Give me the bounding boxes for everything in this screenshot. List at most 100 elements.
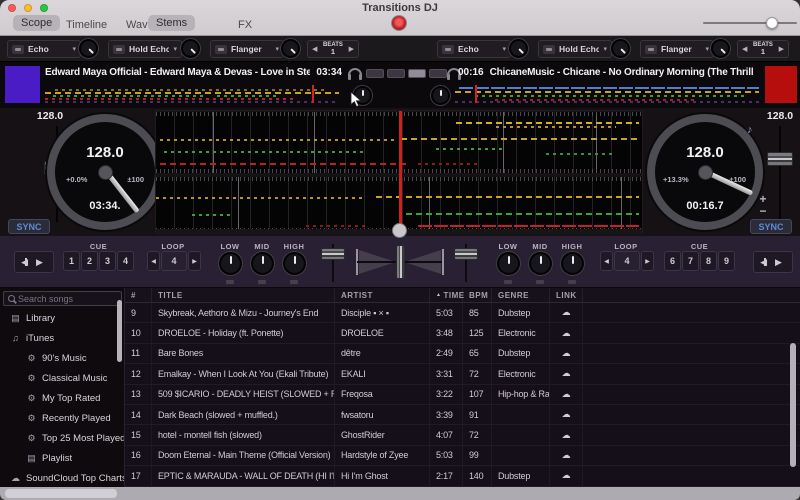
headphone-cue-a-icon[interactable]: [348, 68, 362, 80]
loop-double-button[interactable]: ▶: [641, 251, 654, 271]
loop-double-button[interactable]: ▶: [188, 251, 201, 271]
cue-button-1[interactable]: 1: [63, 251, 80, 271]
soundcloud-link-icon[interactable]: ☁: [550, 466, 583, 486]
sidebar-item[interactable]: ⚙ Recently Played: [0, 408, 124, 428]
sidebar-item[interactable]: ⚙ Top 25 Most Played: [0, 428, 124, 448]
fx-unit-b1[interactable]: Echo ▾: [437, 40, 511, 58]
header-artist[interactable]: ARTIST: [335, 288, 430, 302]
header-time[interactable]: ▲ TIME: [430, 288, 464, 302]
waveform-display[interactable]: [155, 110, 643, 238]
fx-unit-a2[interactable]: Hold Echo ▾: [108, 40, 182, 58]
cue-button-7[interactable]: 7: [682, 251, 699, 271]
eq-low-knob-a[interactable]: [221, 254, 240, 273]
search-box[interactable]: [3, 291, 122, 306]
jog-wheel-b[interactable]: 128.0 +13.3% ±100 00:16.7: [647, 114, 763, 230]
fx-beats-stepper-a[interactable]: ◀ BEATS 1 ▶: [307, 40, 359, 58]
jog-wheel-a[interactable]: 128.0 +0.0% ±100 03:34.: [47, 114, 163, 230]
search-input[interactable]: [18, 293, 117, 304]
table-row[interactable]: 15 hotel - montell fish (slowed) GhostRide…: [125, 425, 800, 446]
layout-button-2[interactable]: [387, 69, 405, 78]
soundcloud-link-icon[interactable]: ☁: [550, 303, 583, 323]
tab-stems[interactable]: Stems: [148, 15, 196, 31]
table-row[interactable]: 12 Emalkay - When I Look At You (Ekali Tr…: [125, 364, 800, 385]
sidebar-item[interactable]: ⚙ Classical Music: [0, 368, 124, 388]
fx-beats-stepper-b[interactable]: ◀ BEATS 1 ▶: [737, 40, 789, 58]
chevron-down-icon[interactable]: ▾: [603, 45, 607, 53]
waveform-scrub-handle[interactable]: [392, 223, 407, 238]
soundcloud-link-icon[interactable]: ☁: [550, 404, 583, 425]
fx-select[interactable]: Hold Echo: [559, 44, 599, 54]
sidebar-item[interactable]: ⚙ My Top Rated: [0, 388, 124, 408]
fx-enable-toggle[interactable]: [645, 44, 657, 54]
cue-button-2[interactable]: 2: [81, 251, 98, 271]
layout-button-1[interactable]: [366, 69, 384, 78]
eq-high-knob-a[interactable]: [285, 254, 304, 273]
chevron-down-icon[interactable]: ▾: [275, 45, 279, 53]
header-link[interactable]: LINK: [550, 288, 583, 302]
cue-button-4[interactable]: 4: [117, 251, 134, 271]
play-button-a[interactable]: ▶: [36, 257, 43, 267]
chevron-down-icon[interactable]: ▾: [502, 45, 506, 53]
table-row[interactable]: 11 Bare Bones dêtre 2:49 65 Dubstep ☁: [125, 343, 800, 365]
stepper-prev-icon[interactable]: ◀: [742, 45, 747, 53]
fx-amount-knob[interactable]: [81, 41, 96, 56]
volume-slider-knob[interactable]: [766, 17, 778, 29]
volume-slider[interactable]: [703, 16, 797, 30]
header-num[interactable]: #: [125, 288, 152, 302]
pitch-fader-b-handle[interactable]: [767, 152, 793, 166]
fx-amount-knob[interactable]: [613, 41, 628, 56]
fx-select[interactable]: Flanger: [231, 44, 271, 54]
tab-timeline[interactable]: Timeline: [58, 17, 115, 33]
skip-back-button[interactable]: ◀: [760, 257, 767, 267]
soundcloud-link-icon[interactable]: ☁: [550, 364, 583, 384]
soundcloud-link-icon[interactable]: ☁: [550, 323, 583, 343]
cue-button-8[interactable]: 8: [700, 251, 717, 271]
sidebar-item[interactable]: ⚙ 90's Music: [0, 348, 124, 368]
gain-knob-b[interactable]: [433, 88, 448, 103]
cue-button-6[interactable]: 6: [664, 251, 681, 271]
eq-low-knob-b[interactable]: [499, 254, 518, 273]
fx-enable-toggle[interactable]: [442, 44, 454, 54]
fx-amount-knob[interactable]: [511, 41, 526, 56]
fx-enable-toggle[interactable]: [543, 44, 555, 54]
sync-button-b[interactable]: SYNC: [750, 219, 792, 234]
table-row[interactable]: 17 EPTIC & MARAUDA - WALL OF DEATH (HI I'…: [125, 466, 800, 487]
table-row[interactable]: 10 DROELOE - Holiday (ft. Ponette) DROELOE…: [125, 323, 800, 344]
fx-select[interactable]: Flanger: [661, 44, 701, 54]
table-row[interactable]: 9 Skybreak, Aethoro & Mizu - Journey's En…: [125, 303, 800, 324]
header-genre[interactable]: GENRE: [492, 288, 550, 302]
table-row[interactable]: 16 Doom Eternal - Main Theme (Official Ve…: [125, 445, 800, 467]
record-button[interactable]: [391, 15, 407, 31]
tab-scope[interactable]: Scope: [13, 15, 61, 31]
stepper-next-icon[interactable]: ▶: [349, 45, 354, 53]
soundcloud-link-icon[interactable]: ☁: [550, 343, 583, 364]
sidebar-item[interactable]: ☁ SoundCloud Top Charts: [0, 468, 124, 488]
horizontal-scrollbar[interactable]: [0, 487, 800, 500]
fx-enable-toggle[interactable]: [12, 44, 24, 54]
layout-button-3[interactable]: [408, 69, 426, 78]
eq-mid-knob-a[interactable]: [253, 254, 272, 273]
volume-fader-b-handle[interactable]: [454, 248, 478, 260]
header-bpm[interactable]: BPM: [463, 288, 492, 302]
stepper-next-icon[interactable]: ▶: [779, 45, 784, 53]
loop-halve-button[interactable]: ◀: [600, 251, 613, 271]
sidebar-item[interactable]: ▤ Playlist: [0, 448, 124, 468]
sidebar-item[interactable]: ▤ Library: [0, 308, 124, 328]
volume-fader-a-handle[interactable]: [321, 248, 345, 260]
fx-enable-toggle[interactable]: [215, 44, 227, 54]
fx-enable-toggle[interactable]: [113, 44, 125, 54]
fx-amount-knob[interactable]: [283, 41, 298, 56]
loop-halve-button[interactable]: ◀: [147, 251, 160, 271]
chevron-down-icon[interactable]: ▾: [705, 45, 709, 53]
fx-unit-b2[interactable]: Hold Echo ▾: [538, 40, 612, 58]
crossfader-handle[interactable]: [396, 245, 405, 279]
soundcloud-link-icon[interactable]: ☁: [550, 445, 583, 466]
deck-a-overview-waveform[interactable]: [45, 85, 342, 103]
horizontal-scrollbar-thumb[interactable]: [5, 489, 117, 498]
sync-button-a[interactable]: SYNC: [8, 219, 50, 234]
cue-button-9[interactable]: 9: [718, 251, 735, 271]
table-scrollbar[interactable]: [790, 343, 796, 467]
soundcloud-link-icon[interactable]: ☁: [550, 384, 583, 404]
tab-fx[interactable]: FX: [230, 17, 260, 33]
skip-back-button[interactable]: ◀: [21, 257, 28, 267]
